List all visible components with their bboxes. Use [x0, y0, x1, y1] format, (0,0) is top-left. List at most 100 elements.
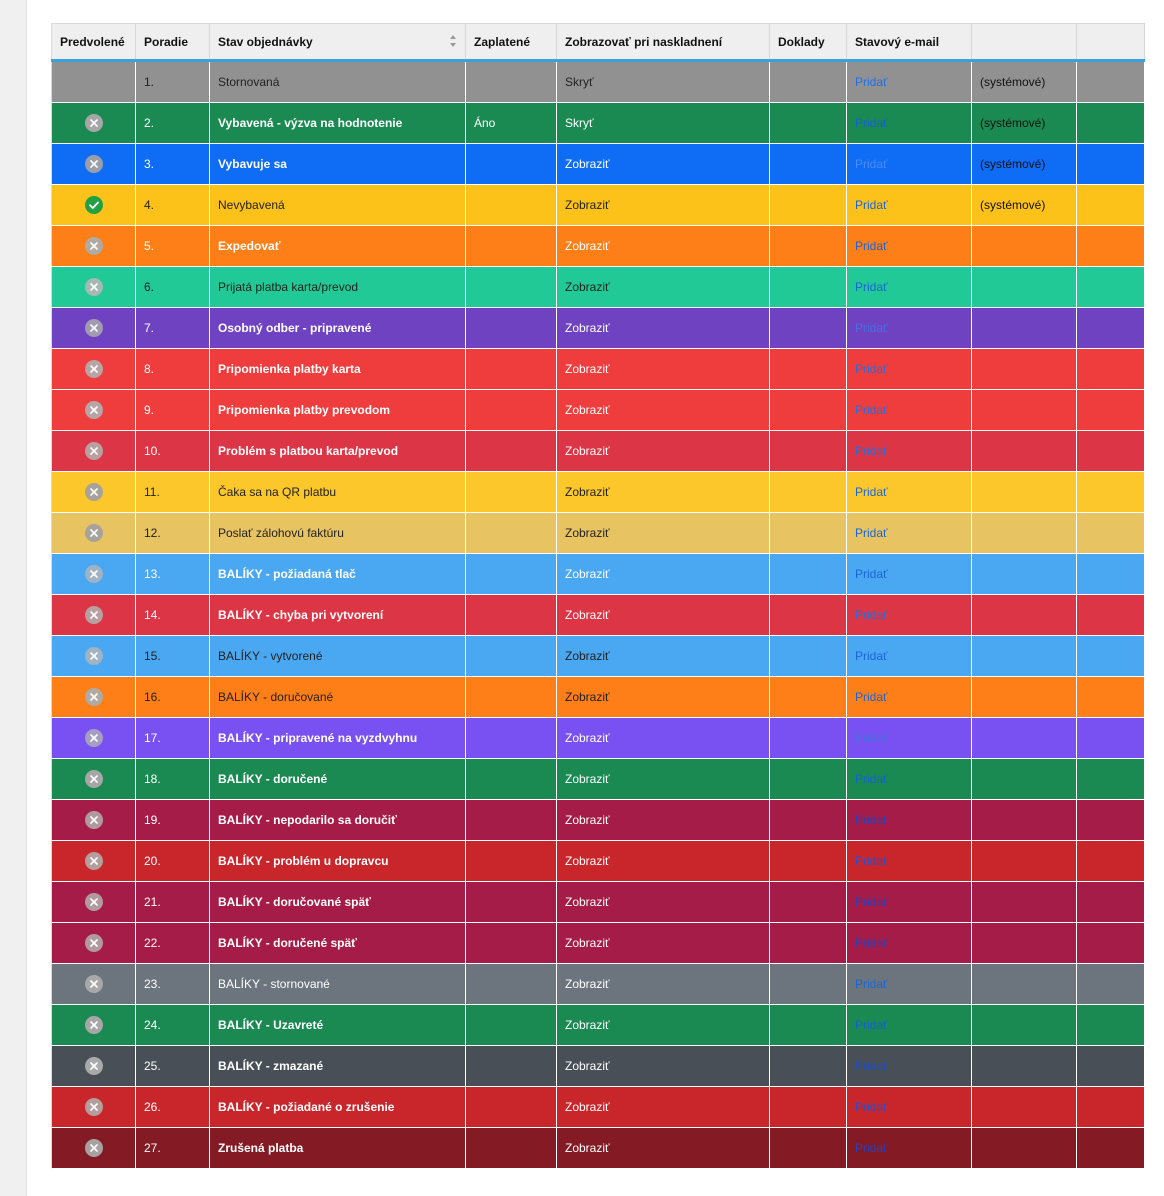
table-row[interactable]: 11. Čaka sa na QR platbu Zobraziť Pridať: [51, 471, 1145, 513]
table-row[interactable]: 5. Expedovať Zobraziť Pridať: [51, 225, 1145, 267]
add-email-link[interactable]: Pridať: [855, 321, 888, 335]
col-status[interactable]: Stav objednávky: [209, 23, 466, 62]
table-row[interactable]: 19. BALÍKY - nepodarilo sa doručiť Zobrazi…: [51, 799, 1145, 841]
status-name-cell[interactable]: BALÍKY - zmazané: [209, 1045, 466, 1087]
add-email-link[interactable]: Pridať: [855, 403, 888, 417]
display-cell[interactable]: Zobraziť: [556, 143, 770, 185]
default-cross-icon[interactable]: [84, 360, 103, 378]
default-cross-icon[interactable]: [84, 1098, 103, 1116]
table-row[interactable]: 6. Prijatá platba karta/prevod Zobraziť Pri…: [51, 266, 1145, 308]
default-cross-icon[interactable]: [84, 442, 103, 460]
display-cell[interactable]: Zobraziť: [556, 266, 770, 308]
default-cross-icon[interactable]: [84, 975, 103, 993]
display-cell[interactable]: Zobraziť: [556, 348, 770, 390]
table-row[interactable]: 16. BALÍKY - doručované Zobraziť Pridať: [51, 676, 1145, 718]
display-cell[interactable]: Zobraziť: [556, 676, 770, 718]
display-cell[interactable]: Zobraziť: [556, 799, 770, 841]
col-paid[interactable]: Zaplatené: [465, 23, 557, 62]
display-cell[interactable]: Zobraziť: [556, 430, 770, 472]
add-email-link[interactable]: Pridať: [855, 198, 888, 212]
display-cell[interactable]: Zobraziť: [556, 1045, 770, 1087]
add-email-link[interactable]: Pridať: [855, 1059, 888, 1073]
display-cell[interactable]: Zobraziť: [556, 594, 770, 636]
display-cell[interactable]: Skryť: [556, 102, 770, 144]
display-cell[interactable]: Zobraziť: [556, 922, 770, 964]
table-row[interactable]: 10. Problém s platbou karta/prevod Zobrazi…: [51, 430, 1145, 472]
table-row[interactable]: 13. BALÍKY - požiadaná tlač Zobraziť Pridať: [51, 553, 1145, 595]
table-row[interactable]: 21. BALÍKY - doručované späť Zobraziť Prida…: [51, 881, 1145, 923]
default-cross-icon[interactable]: [84, 852, 103, 870]
add-email-link[interactable]: Pridať: [855, 813, 888, 827]
status-name-cell[interactable]: Vybavuje sa: [209, 143, 466, 185]
status-name-cell[interactable]: BALÍKY - doručované: [209, 676, 466, 718]
sort-icon[interactable]: [449, 34, 457, 48]
default-cross-icon[interactable]: [84, 893, 103, 911]
display-cell[interactable]: Zobraziť: [556, 758, 770, 800]
status-name-cell[interactable]: Expedovať: [209, 225, 466, 267]
add-email-link[interactable]: Pridať: [855, 75, 888, 89]
status-name-cell[interactable]: Pripomienka platby prevodom: [209, 389, 466, 431]
table-row[interactable]: 25. BALÍKY - zmazané Zobraziť Pridať: [51, 1045, 1145, 1087]
display-cell[interactable]: Zobraziť: [556, 717, 770, 759]
default-cross-icon[interactable]: [84, 319, 103, 337]
default-cross-icon[interactable]: [84, 1139, 103, 1157]
display-cell[interactable]: Zobraziť: [556, 881, 770, 923]
default-cross-icon[interactable]: [84, 934, 103, 952]
status-name-cell[interactable]: BALÍKY - doručené späť: [209, 922, 466, 964]
add-email-link[interactable]: Pridať: [855, 157, 888, 171]
status-name-cell[interactable]: Nevybavená: [209, 184, 466, 226]
display-cell[interactable]: Zobraziť: [556, 471, 770, 513]
status-name-cell[interactable]: BALÍKY - vytvorené: [209, 635, 466, 677]
add-email-link[interactable]: Pridať: [855, 1141, 888, 1155]
default-cross-icon[interactable]: [84, 606, 103, 624]
status-name-cell[interactable]: BALÍKY - požiadané o zrušenie: [209, 1086, 466, 1128]
table-row[interactable]: 22. BALÍKY - doručené späť Zobraziť Pridať: [51, 922, 1145, 964]
table-row[interactable]: 24. BALÍKY - Uzavreté Zobraziť Pridať: [51, 1004, 1145, 1046]
default-cross-icon[interactable]: [84, 401, 103, 419]
add-email-link[interactable]: Pridať: [855, 608, 888, 622]
add-email-link[interactable]: Pridať: [855, 567, 888, 581]
table-row[interactable]: 7. Osobný odber - pripravené Zobraziť Prida…: [51, 307, 1145, 349]
add-email-link[interactable]: Pridať: [855, 690, 888, 704]
add-email-link[interactable]: Pridať: [855, 485, 888, 499]
display-cell[interactable]: Zobraziť: [556, 389, 770, 431]
default-cross-icon[interactable]: [84, 114, 103, 132]
status-name-cell[interactable]: Stornovaná: [209, 60, 466, 103]
status-name-cell[interactable]: Zrušená platba: [209, 1127, 466, 1169]
add-email-link[interactable]: Pridať: [855, 444, 888, 458]
add-email-link[interactable]: Pridať: [855, 280, 888, 294]
col-order[interactable]: Poradie: [135, 23, 210, 62]
display-cell[interactable]: Zobraziť: [556, 225, 770, 267]
add-email-link[interactable]: Pridať: [855, 239, 888, 253]
default-cross-icon[interactable]: [84, 155, 103, 173]
table-row[interactable]: 4. Nevybavená Zobraziť Pridať (systémové): [51, 184, 1145, 226]
default-cross-icon[interactable]: [84, 647, 103, 665]
table-row[interactable]: 18. BALÍKY - doručené Zobraziť Pridať: [51, 758, 1145, 800]
status-name-cell[interactable]: BALÍKY - problém u dopravcu: [209, 840, 466, 882]
display-cell[interactable]: Zobraziť: [556, 184, 770, 226]
add-email-link[interactable]: Pridať: [855, 854, 888, 868]
add-email-link[interactable]: Pridať: [855, 936, 888, 950]
status-name-cell[interactable]: Prijatá platba karta/prevod: [209, 266, 466, 308]
table-row[interactable]: 23. BALÍKY - stornované Zobraziť Pridať: [51, 963, 1145, 1005]
default-cross-icon[interactable]: [84, 1057, 103, 1075]
table-row[interactable]: 9. Pripomienka platby prevodom Zobraziť Pri…: [51, 389, 1145, 431]
default-cross-icon[interactable]: [84, 237, 103, 255]
table-row[interactable]: 3. Vybavuje sa Zobraziť Pridať (systémové): [51, 143, 1145, 185]
add-email-link[interactable]: Pridať: [855, 649, 888, 663]
add-email-link[interactable]: Pridať: [855, 731, 888, 745]
add-email-link[interactable]: Pridať: [855, 1100, 888, 1114]
default-cross-icon[interactable]: [84, 565, 103, 583]
default-cross-icon[interactable]: [84, 524, 103, 542]
status-name-cell[interactable]: Problém s platbou karta/prevod: [209, 430, 466, 472]
status-name-cell[interactable]: Poslať zálohovú faktúru: [209, 512, 466, 554]
status-name-cell[interactable]: Osobný odber - pripravené: [209, 307, 466, 349]
add-email-link[interactable]: Pridať: [855, 1018, 888, 1032]
default-cross-icon[interactable]: [84, 770, 103, 788]
col-display-on-stock[interactable]: Zobrazovať pri naskladnení: [556, 23, 770, 62]
add-email-link[interactable]: Pridať: [855, 362, 888, 376]
status-name-cell[interactable]: BALÍKY - doručované späť: [209, 881, 466, 923]
default-check-icon[interactable]: [84, 196, 103, 214]
table-row[interactable]: 26. BALÍKY - požiadané o zrušenie Zobraziť…: [51, 1086, 1145, 1128]
table-row[interactable]: 8. Pripomienka platby karta Zobraziť Pridať: [51, 348, 1145, 390]
